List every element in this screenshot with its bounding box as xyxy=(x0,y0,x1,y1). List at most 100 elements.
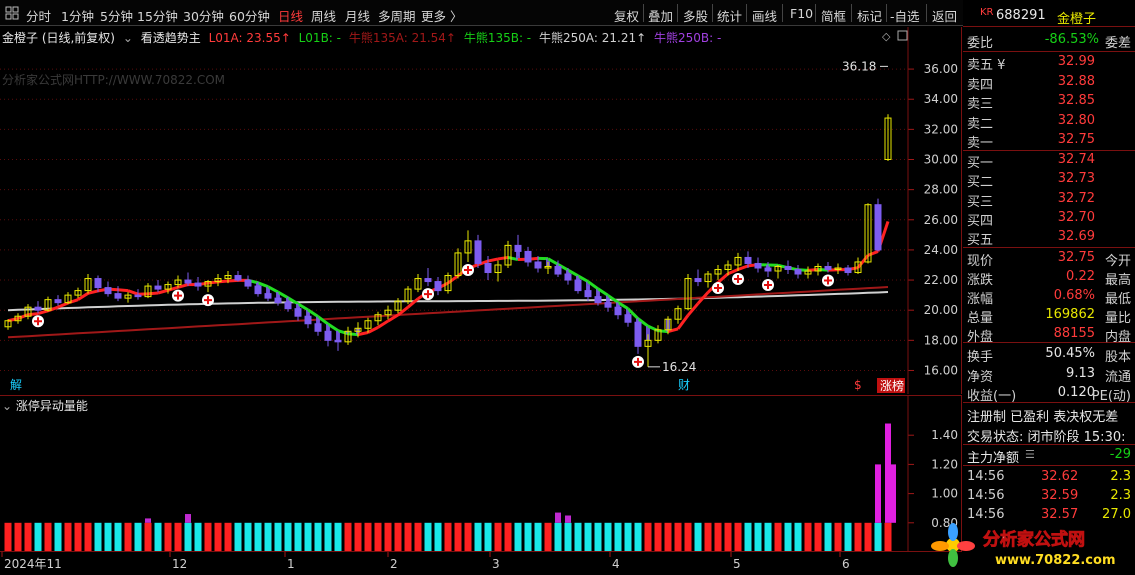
ask-price: 32.85 xyxy=(1057,93,1095,108)
info-trade-status: 交易状态: 闭市阶段 15:30: xyxy=(967,430,1126,445)
tab-monthly[interactable]: 月线 xyxy=(345,6,370,25)
volume-bar xyxy=(584,522,592,552)
candle-body xyxy=(484,262,492,274)
tab-weekly[interactable]: 周线 xyxy=(311,6,336,25)
tab-daily[interactable]: 日线 xyxy=(278,6,303,25)
volume-indicator-panel[interactable]: 0.80 1.00 1.20 1.40 ⌄ 涨停异动量能 xyxy=(0,395,962,552)
y-tick-label: 1.20 xyxy=(931,457,958,471)
y-tick-label: 34.00 xyxy=(924,92,958,106)
bid-row: 买一 32.74 xyxy=(963,150,1135,171)
stat2-row: 换手 50.45% 股本 xyxy=(963,344,1135,365)
sub-legend[interactable]: 涨停异动量能 xyxy=(16,399,88,413)
volume-bar xyxy=(574,522,582,552)
volume-bar xyxy=(424,522,432,552)
y-tick-label: 20.00 xyxy=(924,303,958,317)
tick-time: 14:56 xyxy=(967,488,1005,503)
buy-signal-icon xyxy=(32,315,44,328)
stat2-value: 0.120 xyxy=(1057,385,1095,400)
buy-signal-icon xyxy=(762,279,774,292)
ask-price: 32.75 xyxy=(1057,132,1095,147)
kline-chart-panel[interactable]: 16.00 18.00 20.00 22.00 24.00 26.00 28.00 30.00… xyxy=(0,27,962,394)
tick-row: 14:56 32.59 2.3 xyxy=(963,486,1135,506)
abnormal-bar xyxy=(565,515,571,523)
bid-label: 买一 xyxy=(967,156,994,171)
volume-bar xyxy=(44,522,52,552)
volume-bar xyxy=(704,522,712,552)
chevron-down-icon[interactable]: ⌄ xyxy=(123,31,133,45)
stock-name[interactable]: 金橙子 xyxy=(1057,8,1096,27)
volume-bar xyxy=(734,522,742,552)
stat-row: 现价 32.75 今开 xyxy=(963,248,1135,269)
date-axis: 2024年11 12 1 2 3 4 5 6 xyxy=(0,551,962,575)
candle-body xyxy=(264,293,272,299)
volume-bar xyxy=(434,522,442,552)
volume-bar xyxy=(334,522,342,552)
buy-signal-icon xyxy=(732,273,744,286)
y-tick-label: 30.00 xyxy=(924,152,958,166)
btn-f10[interactable]: F10 xyxy=(790,6,813,21)
tab-1min[interactable]: 1分钟 xyxy=(61,6,94,25)
series-line-l01a xyxy=(37,309,49,316)
volume-bar xyxy=(514,522,522,552)
ask-row: 卖四 32.88 xyxy=(963,72,1135,93)
tick-price: 32.62 xyxy=(1041,469,1079,484)
tick-time: 14:56 xyxy=(967,469,1005,484)
volume-bar xyxy=(244,522,252,552)
tab-15min[interactable]: 15分钟 xyxy=(137,6,178,25)
main-legend: 金橙子 (日线,前复权) ⌄ 看透趋势主 L01A: 23.55↑ L01B: … xyxy=(2,29,725,46)
watermark: 分析家公式网HTTP://WWW.70822.COM xyxy=(2,73,226,87)
volume-bar xyxy=(64,522,72,552)
btn-back[interactable]: 返回 xyxy=(932,6,957,25)
volume-bar xyxy=(674,522,682,552)
volume-bar xyxy=(314,522,322,552)
series-line-l01a xyxy=(77,292,89,301)
bid-price: 32.72 xyxy=(1057,190,1095,206)
series-line-l01a xyxy=(377,319,389,329)
btn-draw[interactable]: 画线 xyxy=(752,6,777,25)
volume-bar xyxy=(664,522,672,552)
candle-body xyxy=(114,293,122,299)
volume-bar xyxy=(624,522,632,552)
candle-body xyxy=(104,287,112,295)
ask-price: 32.88 xyxy=(1057,73,1095,89)
separator xyxy=(746,4,747,22)
btn-simple-frame[interactable]: 简框 xyxy=(821,6,846,25)
volume-bar xyxy=(214,522,222,552)
chevron-down-icon[interactable]: ⌄ xyxy=(2,399,12,413)
bid-price: 32.69 xyxy=(1057,229,1095,245)
y-tick-label: 16.00 xyxy=(924,363,958,377)
grid-icon[interactable] xyxy=(4,5,20,21)
btn-multi-stock[interactable]: 多股 xyxy=(683,6,708,25)
tab-multi-period[interactable]: 多周期 xyxy=(378,6,416,25)
volume-bar xyxy=(634,522,642,552)
volume-bar xyxy=(504,522,512,552)
volume-bar xyxy=(224,522,232,552)
volume-indicator-chart[interactable]: 0.801.001.201.40 xyxy=(0,396,962,552)
candle-body xyxy=(624,314,632,323)
tab-60min[interactable]: 60分钟 xyxy=(229,6,270,25)
weicha-label: 委差 xyxy=(1104,36,1131,51)
capital-label: 主力净额 xyxy=(967,451,1020,466)
volume-bar xyxy=(154,522,162,552)
tab-more[interactable]: 更多 〉 xyxy=(421,6,462,25)
label-jie: 解 xyxy=(10,378,22,392)
btn-remove-watchlist[interactable]: -自选 xyxy=(890,6,920,25)
btn-overlay[interactable]: 叠加 xyxy=(648,6,673,25)
y-tick-label: 18.00 xyxy=(924,333,958,347)
btn-fuquan[interactable]: 复权 xyxy=(614,6,639,25)
btn-mark[interactable]: 标记 xyxy=(857,6,882,25)
tab-5min[interactable]: 5分钟 xyxy=(100,6,133,25)
stat-row: 涨幅 0.68% 最低 xyxy=(963,286,1135,307)
stat-value: 0.68% xyxy=(1053,288,1095,303)
ask-price: 32.80 xyxy=(1057,112,1095,128)
btn-stats[interactable]: 统计 xyxy=(717,6,742,25)
panel-edge xyxy=(960,0,966,20)
series-line-l01a xyxy=(57,301,69,309)
list-icon[interactable]: ☰ xyxy=(1025,448,1035,461)
candle-body xyxy=(294,308,302,317)
legend-indicator[interactable]: 看透趋势主 xyxy=(141,31,201,45)
bid-label: 买二 xyxy=(967,175,994,191)
tab-fenshi[interactable]: 分时 xyxy=(26,6,51,25)
tab-30min[interactable]: 30分钟 xyxy=(183,6,224,25)
buy-signal-icon xyxy=(202,294,214,307)
